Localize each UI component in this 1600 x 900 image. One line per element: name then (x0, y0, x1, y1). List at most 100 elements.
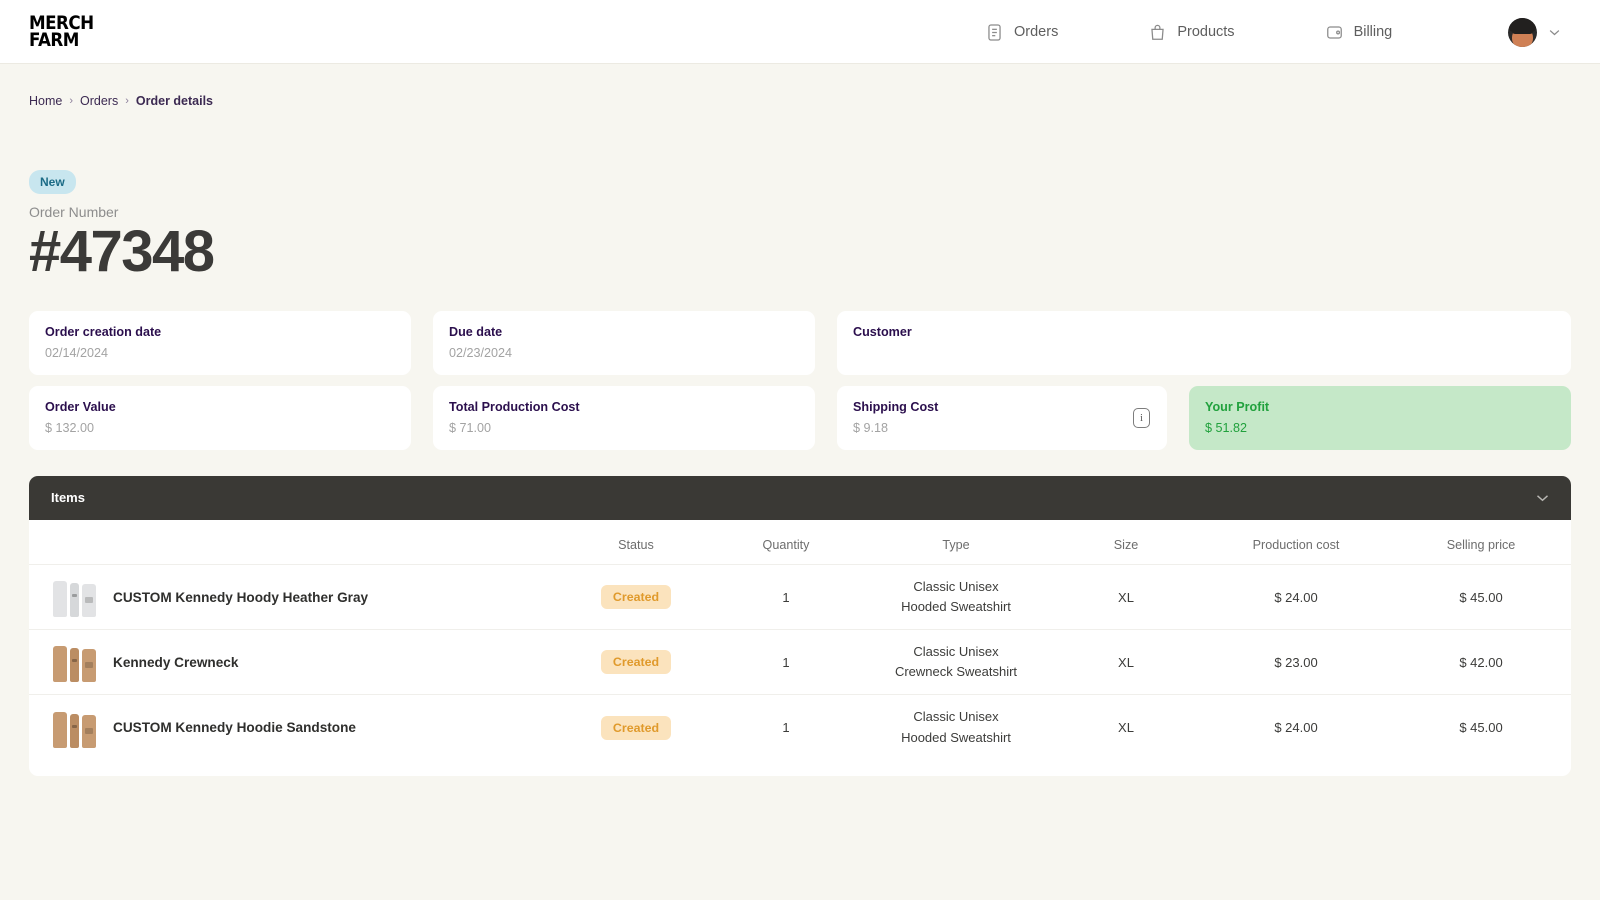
card-value: 02/14/2024 (45, 345, 109, 360)
cell-status: Created (561, 694, 711, 760)
column-header-type: Type (942, 537, 970, 552)
column-header-size: Size (1113, 537, 1139, 552)
summary-cards-row-1: Order creation date 02/14/2024 Due date … (29, 310, 1571, 375)
column-header-status: Status (618, 537, 654, 552)
cell-selling-price: $ 42.00 (1391, 629, 1571, 695)
page-content: Home › Orders › Order details New Order … (0, 94, 1600, 776)
status-pill: Created (600, 715, 672, 740)
type-line-2: Hooded Sweatshirt (901, 729, 1011, 745)
brand-logo-line2: FARM (29, 28, 79, 51)
product-thumbnail-icon (53, 708, 97, 748)
table-row[interactable]: CUSTOM Kennedy Hoody Heather Gray Create… (29, 563, 1571, 630)
card-value: $ 51.82 (1205, 420, 1248, 435)
type-line-1: Classic Unisex (913, 644, 999, 660)
card-label: Order Value (45, 399, 116, 414)
cell-production-cost: $ 24.00 (1201, 694, 1391, 760)
cards-shipping-profit-group: Shipping Cost $ 9.18 i Your Profit $ 51.… (837, 385, 1571, 450)
breadcrumb-separator: › (69, 95, 74, 107)
breadcrumb-separator: › (125, 95, 129, 107)
status-badge: New (29, 170, 76, 194)
nav-item-products-label: Products (1177, 24, 1235, 40)
product-thumbnail-icon (53, 577, 97, 618)
product-name: CUSTOM Kennedy Hoodie Sandstone (113, 720, 356, 736)
main-nav: Orders Products Billing (985, 0, 1392, 64)
product-name: CUSTOM Kennedy Hoody Heather Gray (113, 589, 369, 605)
nav-item-products[interactable]: Products (1148, 23, 1235, 42)
cell-production-cost: $ 23.00 (1201, 629, 1391, 695)
card-label: Order creation date (45, 324, 162, 339)
cell-quantity: 1 (711, 563, 861, 630)
status-pill: Created (600, 650, 672, 675)
cell-quantity: 1 (711, 694, 861, 760)
type-line-1: Classic Unisex (913, 578, 999, 594)
status-pill: Created (600, 585, 672, 610)
column-header-selling-price: Selling price (1446, 537, 1516, 552)
items-panel-title: Items (51, 490, 85, 506)
cell-size: XL (1051, 694, 1201, 760)
chevron-down-icon[interactable] (1536, 489, 1549, 507)
card-total-production-cost: Total Production Cost $ 71.00 (433, 385, 815, 450)
items-panel-header[interactable]: Items (29, 475, 1571, 520)
info-icon[interactable]: i (1133, 407, 1150, 428)
cell-type: Classic Unisex Crewneck Sweatshirt (861, 629, 1051, 695)
nav-item-orders-label: Orders (1014, 24, 1059, 40)
items-table-body: CUSTOM Kennedy Hoody Heather Gray Create… (29, 563, 1571, 760)
cell-production-cost: $ 24.00 (1201, 563, 1391, 630)
nav-item-billing[interactable]: Billing (1325, 23, 1393, 42)
table-row[interactable]: Kennedy Crewneck Created 1 Classic Unise… (29, 629, 1571, 695)
top-navigation-bar: MERCH FARM Orders Products Billing (0, 0, 1600, 64)
document-icon (985, 23, 1004, 42)
breadcrumb-current: Order details (135, 94, 214, 108)
type-line-1: Classic Unisex (913, 709, 999, 725)
items-table: Status Quantity Type Size Production cos… (29, 520, 1571, 760)
cell-quantity: 1 (711, 629, 861, 695)
table-header-row: Status Quantity Type Size Production cos… (29, 520, 1571, 565)
cell-status: Created (561, 563, 711, 630)
avatar (1508, 17, 1537, 47)
type-line-2: Hooded Sweatshirt (901, 599, 1011, 615)
table-row[interactable]: CUSTOM Kennedy Hoodie Sandstone Created … (29, 694, 1571, 760)
card-customer: Customer (837, 310, 1571, 375)
card-value: $ 132.00 (45, 420, 95, 435)
items-panel: Items Status Quantity Type Size Producti… (29, 475, 1571, 776)
product-name: Kennedy Crewneck (113, 654, 239, 670)
cell-size: XL (1051, 629, 1201, 695)
type-line-2: Crewneck Sweatshirt (894, 664, 1018, 680)
card-label: Due date (449, 324, 503, 339)
card-order-creation-date: Order creation date 02/14/2024 (29, 310, 411, 375)
order-number-label: Order Number (29, 204, 119, 220)
cell-selling-price: $ 45.00 (1391, 563, 1571, 630)
card-label: Your Profit (1205, 399, 1270, 414)
cell-selling-price: $ 45.00 (1391, 694, 1571, 760)
card-value: $ 71.00 (449, 420, 492, 435)
card-order-value: Order Value $ 132.00 (29, 385, 411, 450)
bag-icon (1148, 23, 1167, 42)
card-your-profit: Your Profit $ 51.82 (1189, 385, 1571, 450)
card-label: Customer (853, 324, 912, 339)
profile-menu[interactable] (1508, 0, 1560, 64)
items-table-wrapper: Status Quantity Type Size Production cos… (29, 519, 1571, 776)
card-value: $ 9.18 (853, 420, 889, 435)
cell-product: Kennedy Crewneck (29, 629, 561, 695)
page-title: #47348 (29, 219, 215, 284)
breadcrumb-home[interactable]: Home (29, 94, 62, 108)
items-table-head: Status Quantity Type Size Production cos… (29, 520, 1571, 565)
cell-size: XL (1051, 563, 1201, 630)
cell-product: CUSTOM Kennedy Hoody Heather Gray (29, 563, 561, 630)
card-label: Total Production Cost (449, 399, 580, 414)
product-thumbnail-icon (53, 642, 97, 683)
cell-product: CUSTOM Kennedy Hoodie Sandstone (29, 694, 561, 760)
cell-type: Classic Unisex Hooded Sweatshirt (861, 694, 1051, 760)
column-header-product (29, 520, 561, 565)
card-due-date: Due date 02/23/2024 (433, 310, 815, 375)
card-value: 02/23/2024 (449, 345, 513, 360)
summary-cards-row-2: Order Value $ 132.00 Total Production Co… (29, 385, 1571, 450)
brand-logo[interactable]: MERCH FARM (29, 13, 94, 51)
column-header-quantity: Quantity (762, 537, 810, 552)
cell-status: Created (561, 629, 711, 695)
cell-type: Classic Unisex Hooded Sweatshirt (861, 563, 1051, 630)
breadcrumb-orders[interactable]: Orders (80, 94, 118, 108)
nav-item-orders[interactable]: Orders (985, 23, 1058, 42)
nav-item-billing-label: Billing (1353, 24, 1393, 40)
wallet-icon (1325, 23, 1344, 42)
